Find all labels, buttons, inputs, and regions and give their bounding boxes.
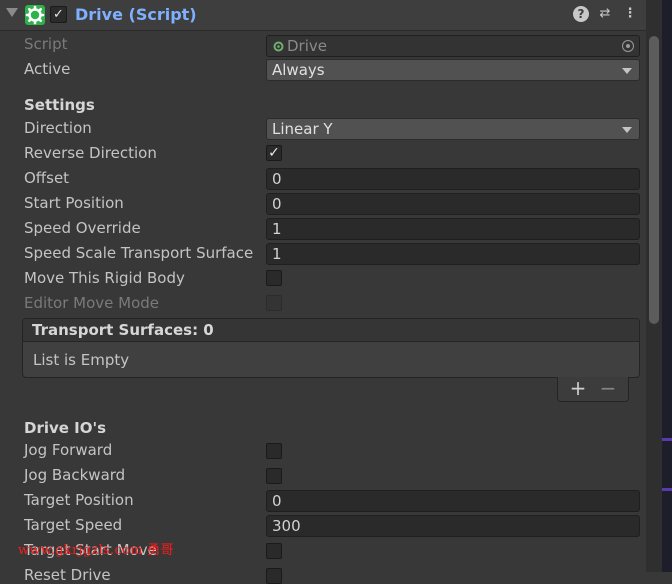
watermark-text: www.gkrjgzls.com 勇哥	[18, 543, 174, 558]
target-position-label: Target Position	[24, 491, 134, 509]
scrollbar-thumb[interactable]	[649, 36, 659, 324]
transport-surfaces-header[interactable]: Transport Surfaces: 0	[23, 319, 639, 342]
jog-forward-label: Jog Forward	[24, 441, 113, 459]
speed-scale-input[interactable]: 1	[266, 243, 640, 265]
editor-move-mode-checkbox	[266, 295, 282, 311]
active-value: Always	[272, 61, 325, 79]
remove-item-button[interactable]: −	[598, 377, 618, 399]
direction-dropdown[interactable]: Linear Y	[266, 118, 640, 140]
reverse-direction-label: Reverse Direction	[24, 144, 157, 162]
help-icon[interactable]: ?	[573, 6, 589, 22]
target-position-input[interactable]: 0	[266, 490, 640, 512]
move-rigid-body-checkbox[interactable]	[266, 270, 282, 286]
add-item-button[interactable]: +	[568, 377, 588, 399]
start-position-input[interactable]: 0	[266, 193, 640, 215]
edge-accent	[662, 488, 672, 491]
jog-forward-checkbox[interactable]	[266, 443, 282, 459]
script-field[interactable]: Drive	[266, 35, 640, 57]
transport-surfaces-list[interactable]: Transport Surfaces: 0 List is Empty	[22, 318, 640, 378]
offset-input[interactable]: 0	[266, 168, 640, 190]
list-empty-text: List is Empty	[33, 351, 130, 369]
drive-io-heading: Drive IO's	[24, 419, 107, 437]
active-dropdown[interactable]: Always	[266, 59, 640, 81]
edge-accent	[662, 438, 672, 441]
script-gear-icon	[273, 41, 284, 52]
component-title: Drive (Script)	[75, 5, 197, 24]
target-speed-input[interactable]: 300	[266, 515, 640, 537]
foldout-arrow-icon[interactable]	[6, 8, 18, 17]
list-footer: + −	[557, 377, 629, 402]
script-value: Drive	[287, 37, 327, 55]
offset-label: Offset	[24, 169, 70, 187]
enable-checkbox[interactable]: ✓	[50, 6, 67, 23]
reverse-direction-checkbox[interactable]: ✓	[266, 145, 282, 161]
gear-icon	[25, 5, 45, 25]
speed-scale-label: Speed Scale Transport Surface	[24, 244, 254, 262]
reset-drive-checkbox[interactable]	[266, 568, 282, 584]
script-label: Script	[24, 35, 68, 53]
speed-override-input[interactable]: 1	[266, 218, 640, 240]
jog-backward-label: Jog Backward	[24, 466, 126, 484]
preset-icon[interactable]: ⇄	[597, 6, 613, 22]
component-header[interactable]: ✓ Drive (Script) ? ⇄ ⋮	[0, 0, 646, 31]
scene-edge	[662, 0, 672, 572]
target-speed-label: Target Speed	[24, 516, 123, 534]
context-menu-icon[interactable]: ⋮	[622, 6, 638, 22]
editor-move-mode-label: Editor Move Mode	[24, 294, 160, 312]
active-label: Active	[24, 60, 71, 78]
speed-override-label: Speed Override	[24, 219, 141, 237]
object-picker-icon[interactable]	[622, 40, 634, 52]
settings-heading: Settings	[24, 96, 95, 114]
jog-backward-checkbox[interactable]	[266, 468, 282, 484]
chevron-down-icon	[622, 127, 632, 133]
reset-drive-label: Reset Drive	[24, 566, 111, 584]
direction-value: Linear Y	[272, 120, 333, 138]
move-rigid-body-label: Move This Rigid Body	[24, 269, 185, 287]
chevron-down-icon	[622, 68, 632, 74]
target-start-move-checkbox[interactable]	[266, 543, 282, 559]
start-position-label: Start Position	[24, 194, 124, 212]
direction-label: Direction	[24, 119, 92, 137]
